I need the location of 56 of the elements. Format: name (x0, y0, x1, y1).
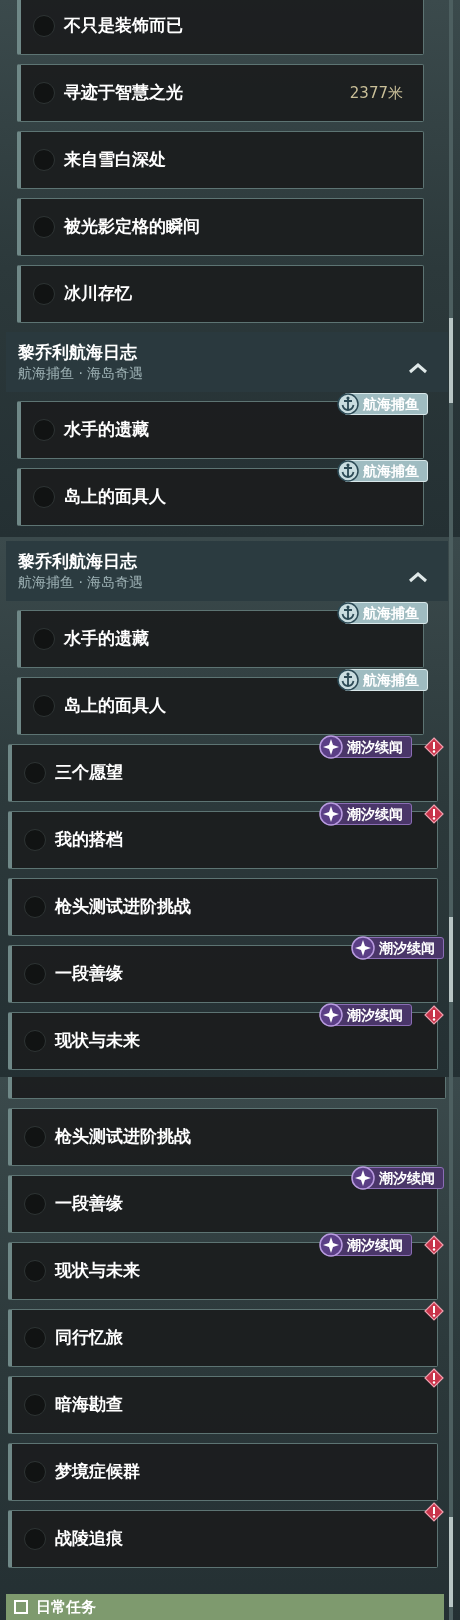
task-row[interactable]: 梦境症候群 (8, 1443, 438, 1501)
sparkle-icon (319, 1233, 343, 1257)
task-title: 现状与未来 (55, 1029, 141, 1053)
task-row[interactable]: 被光影定格的瞬间 (17, 198, 424, 256)
task-title: 梦境症候群 (55, 1460, 141, 1484)
task-title: 来自雪白深处 (64, 148, 167, 172)
quest-group-header[interactable]: 黎乔利航海日志 航海捕鱼 · 海岛奇遇 (6, 541, 448, 601)
distance-text: 2377米 (349, 82, 403, 104)
task-row[interactable]: 寻迹于智慧之光 2377米 (17, 64, 424, 122)
sparkle-icon (319, 1003, 343, 1027)
task-title: 同行忆旅 (55, 1326, 124, 1350)
scrollbar-thumb[interactable] (449, 917, 453, 1002)
anchor-icon (337, 393, 359, 415)
footer-title: 日常任务 (36, 1599, 96, 1615)
task-row[interactable]: 同行忆旅 (8, 1309, 438, 1367)
task-row[interactable]: 来自雪白深处 (17, 131, 424, 189)
task-title: 战陵追痕 (55, 1527, 124, 1551)
group-subtitle: 航海捕鱼 · 海岛奇遇 (18, 573, 145, 592)
task-row[interactable]: 暗海勘查 (8, 1376, 438, 1434)
chevron-up-icon[interactable] (408, 362, 428, 374)
scrollbar-thumb[interactable] (449, 1517, 453, 1607)
task-row[interactable]: 战陵追痕 (8, 1510, 438, 1568)
task-title: 冰川存忆 (64, 282, 133, 306)
sparkle-icon (319, 735, 343, 759)
sparkle-icon (319, 802, 343, 826)
task-title: 枪头测试进阶挑战 (55, 1125, 192, 1149)
task-title: 我的搭档 (55, 828, 124, 852)
group-title: 黎乔利航海日志 (18, 341, 138, 363)
group-subtitle: 航海捕鱼 · 海岛奇遇 (18, 364, 145, 383)
anchor-icon (337, 602, 359, 624)
anchor-icon (337, 669, 359, 691)
chevron-up-icon[interactable] (408, 571, 428, 583)
quest-group-header[interactable]: 黎乔利航海日志 航海捕鱼 · 海岛奇遇 (6, 332, 448, 392)
task-title: 寻迹于智慧之光 (64, 81, 184, 105)
task-title: 不只是装饰而已 (64, 14, 184, 38)
task-title: 暗海勘查 (55, 1393, 124, 1417)
task-row[interactable]: 冰川存忆 (17, 265, 424, 323)
sparkle-icon (351, 1166, 375, 1190)
task-title: 现状与未来 (55, 1259, 141, 1283)
task-title: 岛上的面具人 (64, 485, 167, 509)
sparkle-icon (351, 936, 375, 960)
task-title: 被光影定格的瞬间 (64, 215, 201, 239)
task-title: 三个愿望 (55, 761, 124, 785)
task-title: 一段善缘 (55, 1192, 124, 1216)
task-row[interactable]: 枪头测试进阶挑战 (8, 1108, 438, 1166)
task-row[interactable]: 枪头测试进阶挑战 (8, 878, 438, 936)
anchor-icon (337, 460, 359, 482)
square-icon (14, 1600, 28, 1614)
task-row[interactable]: 不只是装饰而已 (17, 0, 424, 55)
task-title: 枪头测试进阶挑战 (55, 895, 192, 919)
task-title: 一段善缘 (55, 962, 124, 986)
scrollbar-thumb[interactable] (449, 318, 453, 403)
task-title: 水手的遗藏 (64, 418, 150, 442)
task-title: 岛上的面具人 (64, 694, 167, 718)
task-title: 水手的遗藏 (64, 627, 150, 651)
group-title: 黎乔利航海日志 (18, 550, 138, 572)
